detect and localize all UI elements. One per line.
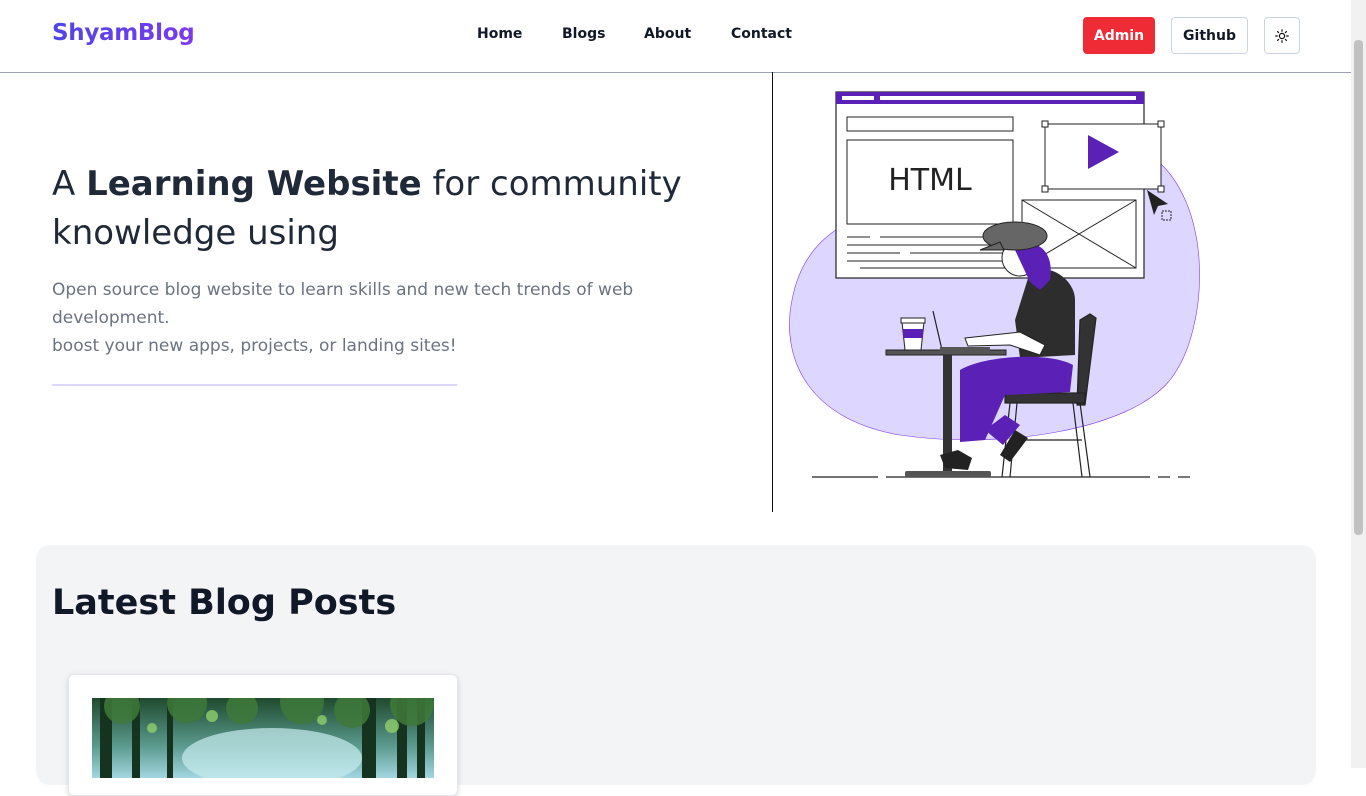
site-header: ShyamBlog Home Blogs About Contact Admin… bbox=[0, 0, 1351, 73]
nav-contact[interactable]: Contact bbox=[731, 26, 792, 42]
forest-image bbox=[92, 698, 434, 778]
theme-toggle-button[interactable] bbox=[1264, 17, 1300, 54]
hero-vertical-divider bbox=[772, 72, 773, 512]
hero-illustration: HTML bbox=[789, 91, 1200, 478]
latest-posts-section: Latest Blog Posts bbox=[36, 545, 1316, 796]
admin-button[interactable]: Admin bbox=[1083, 17, 1155, 54]
github-button[interactable]: Github bbox=[1171, 17, 1248, 54]
page-scrollbar[interactable] bbox=[1351, 0, 1366, 768]
hero-divider bbox=[52, 384, 457, 386]
hero-description: Open source blog website to learn skills… bbox=[52, 280, 634, 356]
sun-icon bbox=[1275, 28, 1289, 43]
nav-home[interactable]: Home bbox=[477, 26, 522, 42]
illustration-html-label: HTML bbox=[888, 163, 972, 198]
scroll-thumb[interactable] bbox=[1354, 40, 1363, 535]
blog-post-image[interactable] bbox=[92, 698, 434, 778]
hero-title: A Learning Website for community knowled… bbox=[52, 164, 682, 253]
nav-blogs[interactable]: Blogs bbox=[562, 26, 605, 42]
brand-logo[interactable]: ShyamBlog bbox=[52, 20, 195, 46]
nav-about[interactable]: About bbox=[644, 26, 691, 42]
latest-posts-title: Latest Blog Posts bbox=[52, 583, 397, 623]
blog-post-card[interactable] bbox=[68, 674, 458, 796]
